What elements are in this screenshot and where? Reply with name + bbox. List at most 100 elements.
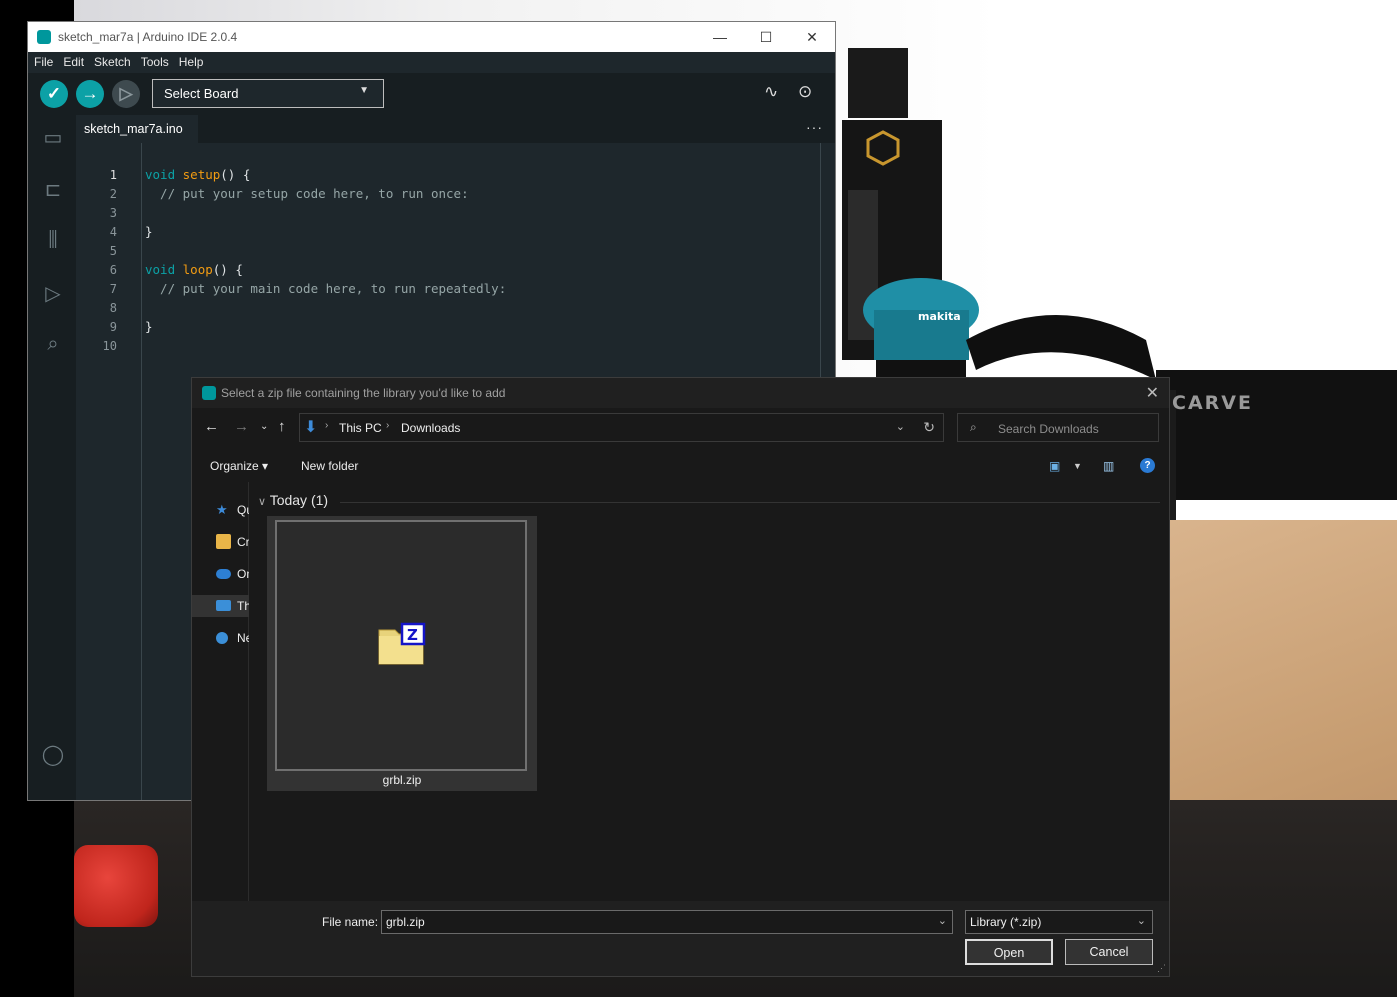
resize-grip-icon[interactable]: ⋰ bbox=[1157, 963, 1166, 974]
ide-sidebar: ▭ ⊏ ⫼ ▷ ⌕ ◯ bbox=[28, 115, 76, 800]
code-token: () { bbox=[212, 262, 243, 277]
help-icon[interactable]: ? bbox=[1140, 458, 1155, 473]
carve-label: CARVE bbox=[1172, 392, 1253, 414]
nav-creative-cloud[interactable]: Creative Cloud Files bbox=[192, 531, 249, 553]
file-type-select[interactable]: Library (*.zip) ⌄ bbox=[965, 910, 1153, 934]
sketchbook-folder-icon[interactable]: ▭ bbox=[40, 125, 66, 151]
upload-button[interactable]: → bbox=[76, 80, 104, 108]
library-manager-icon[interactable]: ⫼ bbox=[40, 229, 66, 255]
breadcrumb-downloads[interactable]: Downloads bbox=[401, 421, 460, 435]
search-box[interactable]: ⌕ Search Downloads bbox=[957, 413, 1159, 442]
chevron-down-icon: ⌄ bbox=[1136, 915, 1146, 927]
serial-plotter-icon[interactable]: ∿ bbox=[764, 82, 778, 102]
nav-onedrive[interactable]: OneDrive bbox=[192, 563, 249, 585]
line-number: 7 bbox=[109, 282, 117, 296]
cancel-button[interactable]: Cancel bbox=[1065, 939, 1153, 965]
nav-network[interactable]: Network bbox=[192, 627, 249, 649]
line-number: 9 bbox=[109, 320, 117, 334]
line-number: 10 bbox=[102, 339, 117, 353]
nav-label: Quick access bbox=[237, 503, 249, 517]
arduino-logo-icon bbox=[202, 386, 216, 400]
breadcrumb-chevron-icon[interactable]: › bbox=[386, 420, 389, 431]
account-icon[interactable]: ◯ bbox=[40, 742, 66, 768]
up-arrow-icon[interactable]: ↑ bbox=[278, 418, 286, 435]
code-line[interactable]: void loop() { bbox=[145, 262, 243, 277]
breadcrumb-chevron-icon[interactable]: › bbox=[325, 420, 328, 431]
open-button[interactable]: Open bbox=[965, 939, 1053, 965]
nav-label: This PC bbox=[237, 599, 249, 613]
organize-button[interactable]: Organize ▾ bbox=[210, 459, 268, 473]
code-line[interactable]: void setup() { bbox=[145, 167, 250, 182]
cloud-folder-icon bbox=[216, 534, 231, 549]
code-token: } bbox=[145, 319, 153, 334]
menu-sketch[interactable]: Sketch bbox=[88, 52, 135, 69]
file-name-label: File name: bbox=[322, 915, 379, 929]
zip-folder-icon: Z bbox=[378, 622, 426, 665]
tab-sketch-file[interactable]: sketch_mar7a.ino bbox=[76, 115, 198, 143]
dialog-titlebar[interactable]: Select a zip file containing the library… bbox=[192, 378, 1169, 408]
network-icon bbox=[216, 632, 228, 644]
group-label: Today (1) bbox=[269, 492, 329, 508]
address-bar[interactable]: ⬇ › This PC › Downloads ⌄ ↻ bbox=[299, 413, 944, 442]
file-tile-grbl[interactable]: Z grbl.zip bbox=[267, 516, 537, 791]
file-type-value: Library (*.zip) bbox=[970, 915, 1042, 929]
arduino-logo-icon bbox=[37, 30, 51, 44]
code-token: // put your main code here, to run repea… bbox=[145, 281, 507, 296]
code-line[interactable]: // put your setup code here, to run once… bbox=[145, 186, 469, 201]
boards-manager-icon[interactable]: ⊏ bbox=[40, 177, 66, 203]
verify-button[interactable]: ✓ bbox=[40, 80, 68, 108]
file-name-label: grbl.zip bbox=[382, 773, 422, 787]
serial-monitor-icon[interactable]: ⊙ bbox=[798, 82, 812, 102]
chevron-down-icon: ∨ bbox=[258, 496, 267, 508]
file-list-area: ∨ Today (1) Z grbl.zip bbox=[250, 482, 1169, 901]
file-name-input[interactable]: grbl.zip ⌄ bbox=[381, 910, 953, 934]
search-icon: ⌕ bbox=[970, 420, 977, 434]
nav-this-pc[interactable]: This PC bbox=[192, 595, 249, 617]
line-number: 2 bbox=[109, 187, 117, 201]
menu-help[interactable]: Help bbox=[173, 52, 208, 69]
nav-quick-access[interactable]: ★ Quick access bbox=[192, 499, 249, 521]
dialog-navigation-bar: ← → ⌄ ↑ ⬇ › This PC › Downloads ⌄ ↻ ⌕ Se… bbox=[192, 408, 1169, 448]
new-folder-button[interactable]: New folder bbox=[301, 459, 358, 473]
downloads-icon: ⬇ bbox=[304, 419, 318, 436]
preview-pane-icon[interactable]: ▥ bbox=[1103, 459, 1114, 473]
menu-bar: File Edit Sketch Tools Help bbox=[28, 52, 835, 73]
change-view-icon[interactable]: ▣ bbox=[1049, 459, 1060, 473]
view-options-caret-icon[interactable]: ▼ bbox=[1073, 461, 1082, 471]
debug-sidebar-icon[interactable]: ▷ bbox=[40, 281, 66, 307]
forward-arrow-icon[interactable]: → bbox=[234, 418, 249, 435]
star-icon: ★ bbox=[216, 502, 228, 517]
board-selector[interactable]: Select Board ▼ bbox=[152, 79, 384, 108]
nav-label: Creative Cloud Files bbox=[237, 535, 249, 549]
code-line[interactable]: // put your main code here, to run repea… bbox=[145, 281, 506, 296]
line-number: 1 bbox=[109, 168, 117, 182]
close-button[interactable]: ✕ bbox=[797, 26, 827, 48]
maximize-button[interactable]: ☐ bbox=[751, 26, 781, 48]
line-number: 4 bbox=[109, 225, 117, 239]
nav-label: Network bbox=[237, 631, 249, 645]
chevron-down-icon[interactable]: ⌄ bbox=[938, 914, 947, 927]
line-number: 3 bbox=[109, 206, 117, 220]
file-group-header[interactable]: ∨ Today (1) bbox=[258, 492, 328, 508]
minimize-button[interactable]: — bbox=[705, 26, 735, 48]
debug-icon: ▷ bbox=[119, 84, 133, 103]
menu-edit[interactable]: Edit bbox=[57, 52, 88, 69]
more-actions-icon[interactable]: ··· bbox=[806, 119, 823, 135]
breadcrumb-this-pc[interactable]: This PC bbox=[339, 421, 382, 435]
dialog-close-button[interactable]: ✕ bbox=[1146, 383, 1159, 403]
debug-button[interactable]: ▷ bbox=[112, 80, 140, 108]
menu-tools[interactable]: Tools bbox=[135, 52, 173, 69]
code-token: void bbox=[145, 167, 183, 182]
recent-locations-chevron-icon[interactable]: ⌄ bbox=[260, 421, 268, 432]
search-icon[interactable]: ⌕ bbox=[40, 333, 66, 359]
address-dropdown-icon[interactable]: ⌄ bbox=[896, 420, 905, 433]
code-token: void bbox=[145, 262, 183, 277]
menu-file[interactable]: File bbox=[28, 52, 57, 69]
code-line[interactable]: } bbox=[145, 319, 153, 334]
onedrive-icon bbox=[216, 569, 231, 579]
code-line[interactable]: } bbox=[145, 224, 153, 239]
back-arrow-icon[interactable]: ← bbox=[204, 418, 219, 435]
ide-titlebar[interactable]: sketch_mar7a | Arduino IDE 2.0.4 — ☐ ✕ bbox=[28, 22, 835, 52]
line-number: 5 bbox=[109, 244, 117, 258]
refresh-icon[interactable]: ↻ bbox=[923, 419, 935, 436]
